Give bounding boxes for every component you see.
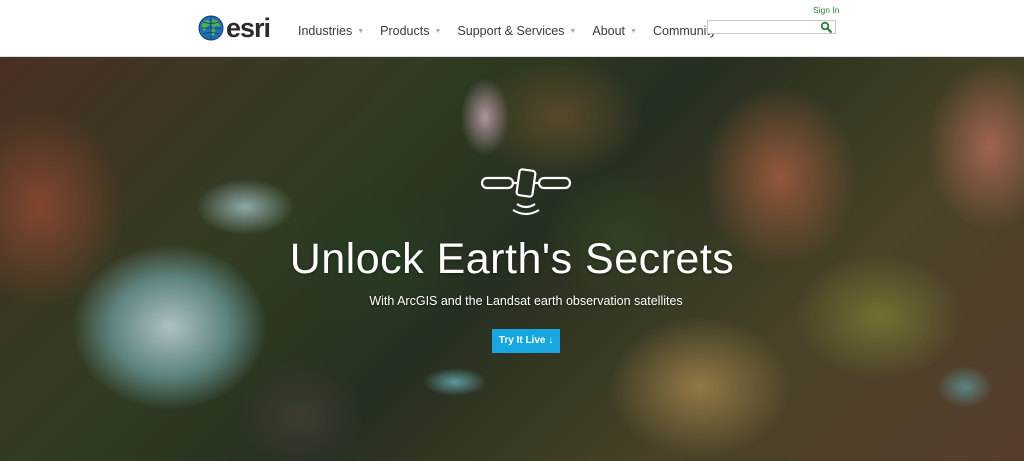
search-input[interactable] [708, 25, 822, 37]
nav-label: Industries [298, 24, 353, 38]
nav-label: Products [380, 24, 430, 38]
globe-icon [198, 15, 224, 41]
main-nav: Industries ▼ Products ▼ Support & Servic… [298, 24, 744, 38]
nav-support-services[interactable]: Support & Services ▼ [457, 24, 576, 38]
nav-label: About [592, 24, 626, 38]
hero-title: Unlock Earth's Secrets [289, 235, 735, 283]
satellite-icon [481, 168, 571, 216]
chevron-down-icon: ▼ [630, 27, 637, 35]
chevron-down-icon: ▼ [357, 27, 365, 35]
logo-wordmark: esri [226, 13, 271, 43]
chevron-down-icon: ▼ [569, 27, 577, 35]
nav-label: Support & Services [457, 24, 565, 38]
search-icon[interactable] [820, 21, 832, 33]
site-header: esri Industries ▼ Products ▼ Support & S… [0, 0, 1024, 57]
nav-products[interactable]: Products ▼ [380, 24, 441, 38]
chevron-down-icon: ▼ [434, 27, 442, 35]
nav-industries[interactable]: Industries ▼ [298, 24, 364, 38]
hero-banner: Unlock Earth's Secrets With ArcGIS and t… [0, 57, 1024, 461]
sign-in-link[interactable]: Sign In [813, 5, 839, 15]
try-it-live-button[interactable]: Try It Live ↓ [492, 329, 560, 353]
nav-about[interactable]: About ▼ [592, 24, 637, 38]
search-box [707, 20, 836, 37]
hero-subtitle: With ArcGIS and the Landsat earth observ… [369, 294, 683, 308]
esri-logo[interactable]: esri [198, 13, 271, 43]
